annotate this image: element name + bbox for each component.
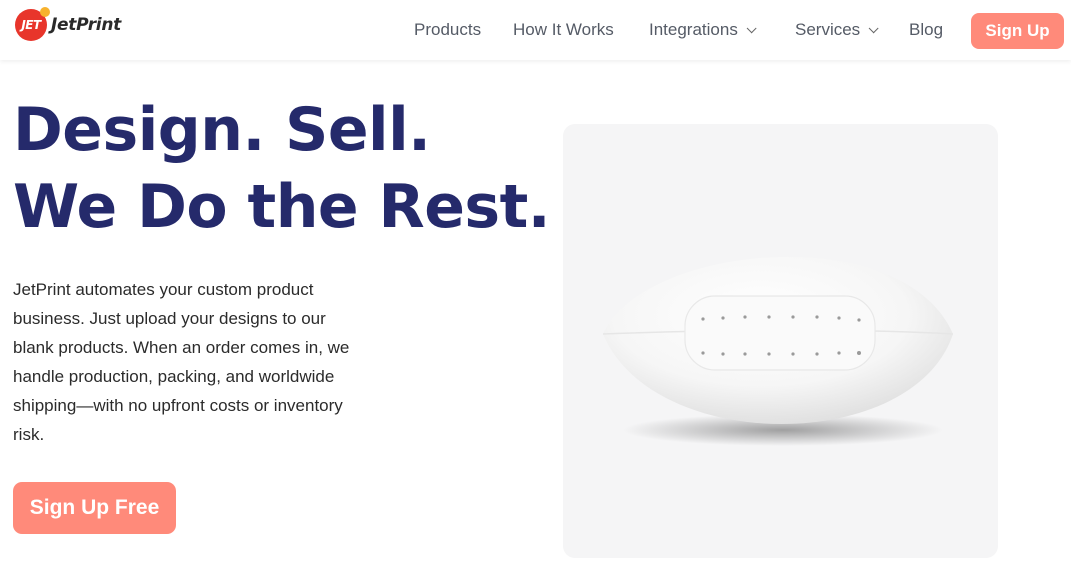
top-navbar: JET JetPrint Products How It Works Integ… bbox=[0, 0, 1071, 60]
nav-item-products[interactable]: Products bbox=[414, 20, 481, 40]
sign-up-free-button[interactable]: Sign Up Free bbox=[13, 482, 176, 534]
football-icon bbox=[602, 256, 954, 446]
nav-item-how-it-works[interactable]: How It Works bbox=[513, 20, 614, 40]
nav-item-integrations[interactable]: Integrations bbox=[649, 20, 757, 40]
nav-item-label: Integrations bbox=[649, 20, 738, 39]
chevron-down-icon bbox=[746, 22, 757, 33]
product-image-card bbox=[563, 124, 998, 558]
nav-item-services[interactable]: Services bbox=[795, 20, 879, 40]
chevron-down-icon bbox=[868, 22, 879, 33]
nav-item-label: Services bbox=[795, 20, 861, 39]
nav-item-blog[interactable]: Blog bbox=[909, 20, 943, 40]
nav-links: Products How It Works Integrations Servi… bbox=[0, 0, 1071, 60]
nav-item-label: Products bbox=[414, 20, 482, 39]
hero-description: JetPrint automates your custom product b… bbox=[13, 280, 350, 444]
hero-title: Design. Sell. We Do the Rest. bbox=[13, 92, 551, 246]
hero-title-line-2: We Do the Rest. bbox=[13, 172, 551, 242]
nav-item-label: How It Works bbox=[513, 20, 614, 39]
hero-title-line-1: Design. Sell. bbox=[13, 95, 431, 165]
nav-item-label: Blog bbox=[909, 20, 944, 39]
sign-up-button[interactable]: Sign Up bbox=[971, 13, 1064, 49]
